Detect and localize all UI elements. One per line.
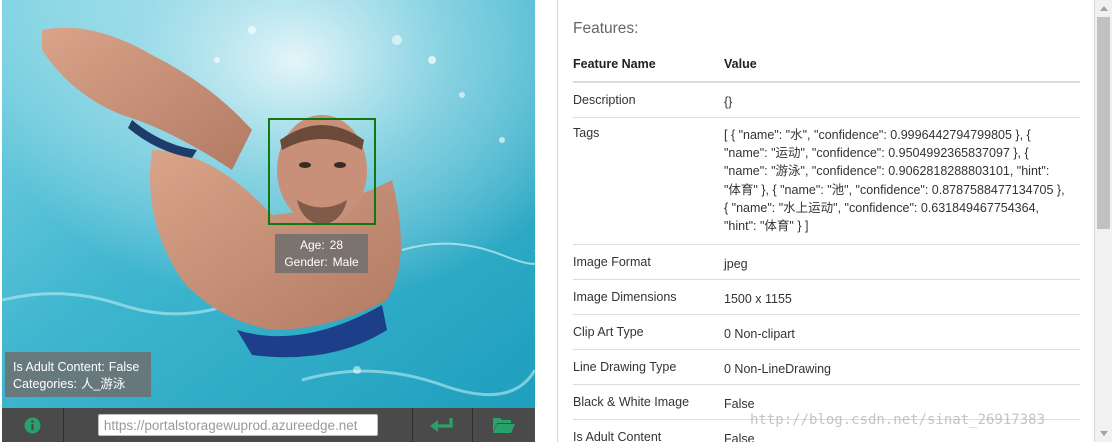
features-heading: Features: bbox=[573, 20, 639, 37]
feature-name: Description bbox=[573, 93, 636, 107]
analyzed-image-panel: Age: 28 Gender: Male Is Adult Content: F… bbox=[2, 0, 535, 408]
table-row: Tags [ { "name": "水", "confidence": 0.99… bbox=[573, 118, 1080, 245]
adult-content-overlay: Is Adult Content: False Categories: 人_游泳 bbox=[5, 352, 151, 397]
face-attributes-label: Age: 28 Gender: Male bbox=[275, 234, 368, 273]
feature-value: 1500 x 1155 bbox=[724, 292, 792, 306]
feature-value: jpeg bbox=[724, 257, 748, 271]
vertical-scrollbar[interactable] bbox=[1095, 0, 1112, 442]
adult-content-label: Is Adult Content: bbox=[13, 360, 105, 374]
categories-value: 人_游泳 bbox=[80, 377, 126, 391]
blog-watermark: http://blog.csdn.net/sinat_26917383 bbox=[750, 412, 1046, 428]
scroll-up-button[interactable] bbox=[1095, 0, 1112, 17]
table-row: Image Dimensions 1500 x 1155 bbox=[573, 280, 1080, 315]
scroll-down-button[interactable] bbox=[1095, 425, 1112, 442]
categories-label: Categories: bbox=[13, 377, 77, 391]
feature-name: Tags bbox=[573, 126, 600, 140]
adult-content-value: False bbox=[108, 360, 140, 374]
feature-value: 0 Non-clipart bbox=[724, 327, 795, 341]
age-value: 28 bbox=[329, 237, 344, 252]
table-row: Description {} bbox=[573, 83, 1080, 118]
feature-name: Black & White Image bbox=[573, 395, 690, 409]
info-button[interactable] bbox=[2, 408, 63, 442]
features-panel: Features: Feature Name Value Description… bbox=[557, 0, 1095, 442]
gender-label: Gender: bbox=[284, 254, 328, 269]
info-icon bbox=[24, 417, 41, 433]
feature-name: Clip Art Type bbox=[573, 325, 644, 339]
age-label: Age: bbox=[299, 237, 325, 252]
enter-icon bbox=[430, 418, 453, 432]
table-row: Line Drawing Type 0 Non-LineDrawing bbox=[573, 350, 1080, 385]
chevron-up-icon bbox=[1099, 6, 1108, 11]
scrollbar-thumb[interactable] bbox=[1097, 17, 1110, 229]
submit-url-button[interactable] bbox=[413, 408, 472, 442]
gender-value: Male bbox=[332, 254, 359, 269]
feature-name: Line Drawing Type bbox=[573, 360, 677, 374]
features-table: Feature Name Value Description {} Tags [… bbox=[573, 47, 1080, 442]
url-input-wrapper bbox=[64, 408, 412, 442]
feature-value: 0 Non-LineDrawing bbox=[724, 362, 832, 376]
column-header-feature-name: Feature Name bbox=[573, 57, 656, 71]
chevron-down-icon bbox=[1099, 431, 1108, 436]
image-url-input[interactable] bbox=[97, 414, 378, 436]
face-bounding-box bbox=[268, 118, 376, 225]
table-header-row: Feature Name Value bbox=[573, 47, 1080, 83]
feature-name: Image Dimensions bbox=[573, 290, 677, 304]
feature-value: [ { "name": "水", "confidence": 0.9996442… bbox=[724, 128, 1065, 234]
column-header-value: Value bbox=[724, 56, 757, 71]
table-row: Image Format jpeg bbox=[573, 245, 1080, 280]
image-toolbar bbox=[2, 408, 535, 442]
feature-value: {} bbox=[724, 95, 733, 109]
feature-name: Is Adult Content bbox=[573, 430, 662, 442]
folder-open-icon bbox=[492, 418, 515, 433]
table-row: Clip Art Type 0 Non-clipart bbox=[573, 315, 1080, 350]
browse-file-button[interactable] bbox=[473, 408, 535, 442]
feature-name: Image Format bbox=[573, 255, 651, 269]
